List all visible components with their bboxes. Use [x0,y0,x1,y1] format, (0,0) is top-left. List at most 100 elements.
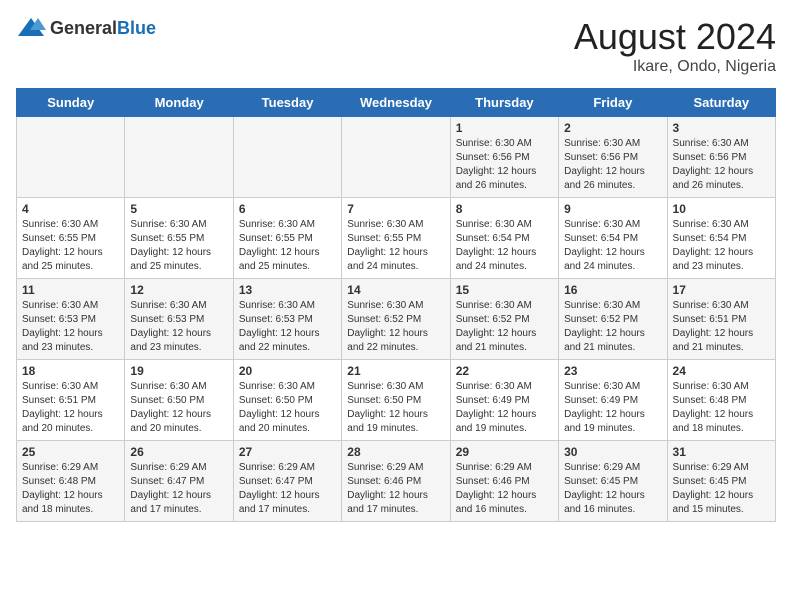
calendar-cell: 4 Sunrise: 6:30 AM Sunset: 6:55 PM Daylig… [17,198,125,279]
cell-content: Sunrise: 6:29 AM Sunset: 6:46 PM Dayligh… [456,461,553,517]
cell-content: Sunrise: 6:30 AM Sunset: 6:53 PM Dayligh… [22,299,119,355]
cell-content: Sunrise: 6:29 AM Sunset: 6:45 PM Dayligh… [564,461,661,517]
calendar-cell: 24 Sunrise: 6:30 AM Sunset: 6:48 PM Dayli… [667,360,775,441]
cell-content: Sunrise: 6:30 AM Sunset: 6:55 PM Dayligh… [239,218,336,274]
day-header-friday: Friday [559,89,667,117]
calendar-cell [233,117,341,198]
logo-icon [16,16,46,40]
cell-content: Sunrise: 6:30 AM Sunset: 6:53 PM Dayligh… [239,299,336,355]
calendar-cell: 27 Sunrise: 6:29 AM Sunset: 6:47 PM Dayli… [233,441,341,522]
day-number: 26 [130,445,227,459]
week-row-2: 4 Sunrise: 6:30 AM Sunset: 6:55 PM Daylig… [17,198,776,279]
cell-content: Sunrise: 6:30 AM Sunset: 6:55 PM Dayligh… [130,218,227,274]
day-number: 10 [673,202,770,216]
week-row-1: 1Sunrise: 6:30 AM Sunset: 6:56 PM Daylig… [17,117,776,198]
calendar-cell: 12 Sunrise: 6:30 AM Sunset: 6:53 PM Dayli… [125,279,233,360]
day-header-saturday: Saturday [667,89,775,117]
calendar-cell: 5 Sunrise: 6:30 AM Sunset: 6:55 PM Daylig… [125,198,233,279]
day-number: 9 [564,202,661,216]
calendar-cell [125,117,233,198]
day-number: 16 [564,283,661,297]
page-subtitle: Ikare, Ondo, Nigeria [574,58,776,76]
cell-content: Sunrise: 6:30 AM Sunset: 6:53 PM Dayligh… [130,299,227,355]
day-number: 3 [673,121,770,135]
day-number: 30 [564,445,661,459]
cell-content: Sunrise: 6:30 AM Sunset: 6:56 PM Dayligh… [673,137,770,193]
cell-content: Sunrise: 6:30 AM Sunset: 6:54 PM Dayligh… [673,218,770,274]
cell-content: Sunrise: 6:30 AM Sunset: 6:55 PM Dayligh… [347,218,444,274]
day-number: 14 [347,283,444,297]
day-number: 27 [239,445,336,459]
day-header-thursday: Thursday [450,89,558,117]
cell-content: Sunrise: 6:30 AM Sunset: 6:49 PM Dayligh… [564,380,661,436]
cell-content: Sunrise: 6:30 AM Sunset: 6:56 PM Dayligh… [456,137,553,193]
day-number: 28 [347,445,444,459]
calendar-cell: 31 Sunrise: 6:29 AM Sunset: 6:45 PM Dayli… [667,441,775,522]
day-number: 11 [22,283,119,297]
day-number: 12 [130,283,227,297]
calendar-cell: 3 Sunrise: 6:30 AM Sunset: 6:56 PM Daylig… [667,117,775,198]
calendar-cell: 17 Sunrise: 6:30 AM Sunset: 6:51 PM Dayli… [667,279,775,360]
day-number: 13 [239,283,336,297]
cell-content: Sunrise: 6:30 AM Sunset: 6:52 PM Dayligh… [564,299,661,355]
calendar-cell [342,117,450,198]
cell-content: Sunrise: 6:30 AM Sunset: 6:55 PM Dayligh… [22,218,119,274]
cell-content: Sunrise: 6:29 AM Sunset: 6:47 PM Dayligh… [130,461,227,517]
calendar-cell: 1Sunrise: 6:30 AM Sunset: 6:56 PM Daylig… [450,117,558,198]
calendar-cell: 29 Sunrise: 6:29 AM Sunset: 6:46 PM Dayli… [450,441,558,522]
calendar-cell: 6 Sunrise: 6:30 AM Sunset: 6:55 PM Daylig… [233,198,341,279]
calendar-cell: 2Sunrise: 6:30 AM Sunset: 6:56 PM Daylig… [559,117,667,198]
day-header-tuesday: Tuesday [233,89,341,117]
cell-content: Sunrise: 6:29 AM Sunset: 6:48 PM Dayligh… [22,461,119,517]
day-number: 19 [130,364,227,378]
cell-content: Sunrise: 6:30 AM Sunset: 6:51 PM Dayligh… [22,380,119,436]
day-number: 21 [347,364,444,378]
calendar-cell: 14Sunrise: 6:30 AM Sunset: 6:52 PM Dayli… [342,279,450,360]
cell-content: Sunrise: 6:30 AM Sunset: 6:49 PM Dayligh… [456,380,553,436]
week-row-5: 25 Sunrise: 6:29 AM Sunset: 6:48 PM Dayli… [17,441,776,522]
cell-content: Sunrise: 6:29 AM Sunset: 6:45 PM Dayligh… [673,461,770,517]
day-number: 22 [456,364,553,378]
logo-general: General [50,18,117,38]
calendar-cell: 10 Sunrise: 6:30 AM Sunset: 6:54 PM Dayli… [667,198,775,279]
cell-content: Sunrise: 6:29 AM Sunset: 6:47 PM Dayligh… [239,461,336,517]
title-area: August 2024 Ikare, Ondo, Nigeria [574,16,776,76]
day-header-monday: Monday [125,89,233,117]
cell-content: Sunrise: 6:30 AM Sunset: 6:51 PM Dayligh… [673,299,770,355]
cell-content: Sunrise: 6:30 AM Sunset: 6:50 PM Dayligh… [239,380,336,436]
calendar-table: SundayMondayTuesdayWednesdayThursdayFrid… [16,88,776,522]
day-number: 2 [564,121,661,135]
week-row-3: 11 Sunrise: 6:30 AM Sunset: 6:53 PM Dayli… [17,279,776,360]
calendar-cell: 22 Sunrise: 6:30 AM Sunset: 6:49 PM Dayli… [450,360,558,441]
day-number: 29 [456,445,553,459]
day-number: 18 [22,364,119,378]
day-number: 20 [239,364,336,378]
cell-content: Sunrise: 6:30 AM Sunset: 6:54 PM Dayligh… [456,218,553,274]
cell-content: Sunrise: 6:30 AM Sunset: 6:54 PM Dayligh… [564,218,661,274]
calendar-body: 1Sunrise: 6:30 AM Sunset: 6:56 PM Daylig… [17,117,776,522]
calendar-cell: 16 Sunrise: 6:30 AM Sunset: 6:52 PM Dayli… [559,279,667,360]
calendar-cell: 26 Sunrise: 6:29 AM Sunset: 6:47 PM Dayli… [125,441,233,522]
day-number: 5 [130,202,227,216]
day-number: 17 [673,283,770,297]
page-title: August 2024 [574,16,776,58]
calendar-cell: 30 Sunrise: 6:29 AM Sunset: 6:45 PM Dayli… [559,441,667,522]
day-number: 24 [673,364,770,378]
calendar-cell: 18 Sunrise: 6:30 AM Sunset: 6:51 PM Dayli… [17,360,125,441]
calendar-cell: 25 Sunrise: 6:29 AM Sunset: 6:48 PM Dayli… [17,441,125,522]
calendar-cell: 11 Sunrise: 6:30 AM Sunset: 6:53 PM Dayli… [17,279,125,360]
calendar-cell: 19Sunrise: 6:30 AM Sunset: 6:50 PM Dayli… [125,360,233,441]
header: GeneralBlue August 2024 Ikare, Ondo, Nig… [16,16,776,76]
cell-content: Sunrise: 6:30 AM Sunset: 6:50 PM Dayligh… [347,380,444,436]
calendar-cell: 7 Sunrise: 6:30 AM Sunset: 6:55 PM Daylig… [342,198,450,279]
day-number: 31 [673,445,770,459]
day-number: 8 [456,202,553,216]
calendar-cell: 20 Sunrise: 6:30 AM Sunset: 6:50 PM Dayli… [233,360,341,441]
cell-content: Sunrise: 6:30 AM Sunset: 6:48 PM Dayligh… [673,380,770,436]
day-number: 25 [22,445,119,459]
day-header-sunday: Sunday [17,89,125,117]
day-number: 7 [347,202,444,216]
day-number: 6 [239,202,336,216]
day-number: 4 [22,202,119,216]
cell-content: Sunrise: 6:30 AM Sunset: 6:52 PM Dayligh… [456,299,553,355]
